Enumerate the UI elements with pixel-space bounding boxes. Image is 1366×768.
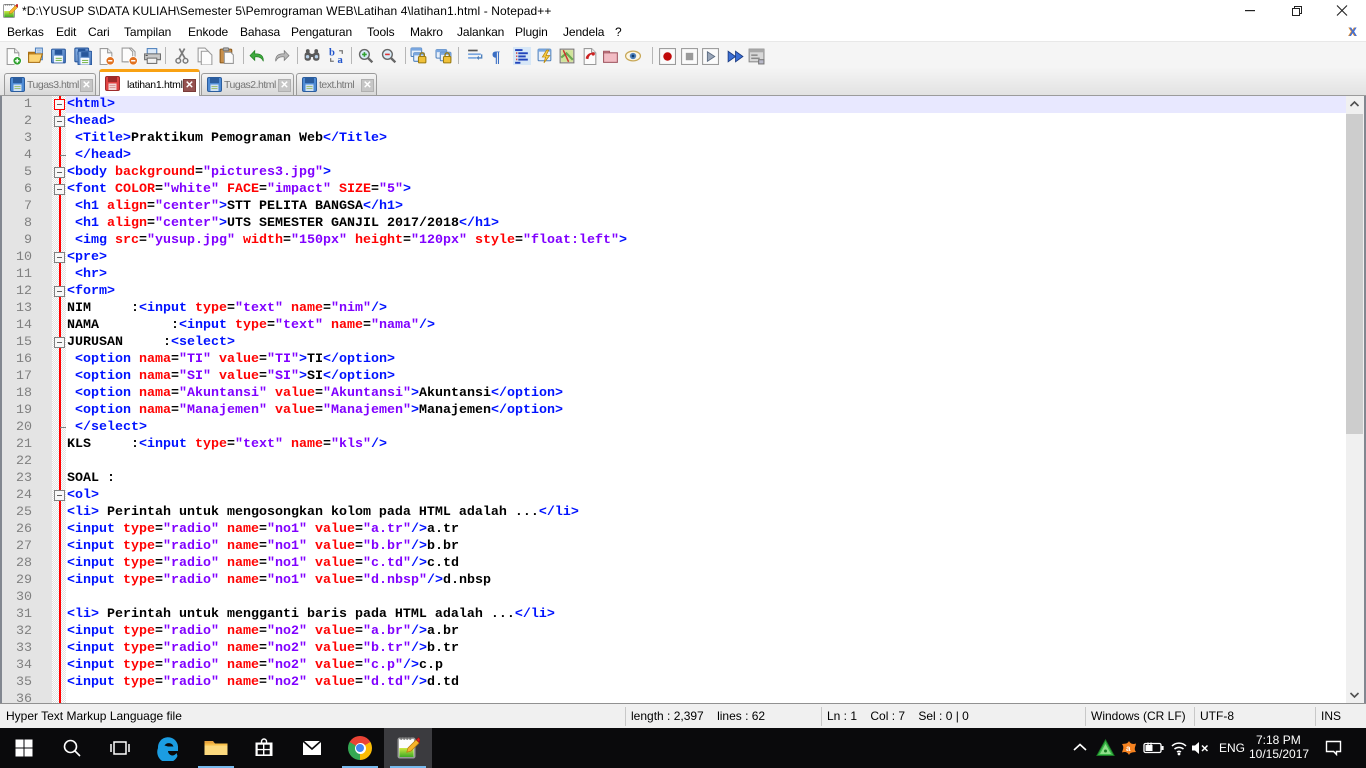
svg-text:a: a — [338, 55, 344, 65]
svg-text:¶: ¶ — [492, 49, 501, 65]
svg-text:a: a — [1126, 744, 1131, 753]
svg-text:b: b — [329, 47, 335, 58]
